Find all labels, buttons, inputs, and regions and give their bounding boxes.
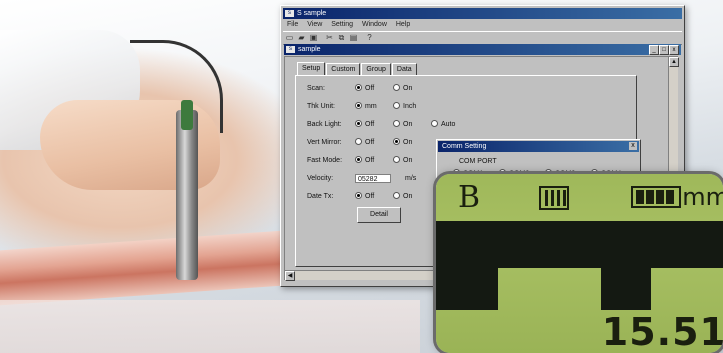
detail-button[interactable]: Detail <box>357 207 401 223</box>
back-light-on-radio[interactable]: On <box>393 119 412 131</box>
help-icon[interactable]: ? <box>365 33 374 42</box>
radio-icon <box>393 191 400 199</box>
scroll-up-icon[interactable]: ▲ <box>669 57 679 67</box>
lcd-mode-letter: B <box>458 180 481 215</box>
radio-icon <box>431 119 438 127</box>
radio-icon <box>393 137 400 145</box>
scroll-left-icon[interactable]: ◀ <box>285 271 295 281</box>
back-light-auto-label: Auto <box>441 121 456 128</box>
back-light-off-radio[interactable]: Off <box>355 119 374 131</box>
app-title: S sample <box>297 10 327 17</box>
coupling-indicator-icon <box>539 186 569 210</box>
thickness-probe <box>176 110 198 280</box>
app-titlebar[interactable]: s S sample <box>283 8 682 19</box>
radio-icon <box>355 155 362 163</box>
tab-strip: Setup Custom Group Data <box>297 62 418 75</box>
vert-mirror-on-radio[interactable]: On <box>393 137 412 149</box>
paste-icon[interactable]: ▤ <box>349 33 358 42</box>
dialog-titlebar[interactable]: Comm Setting x <box>438 141 639 152</box>
dialog-title: Comm Setting <box>442 143 487 150</box>
vert-mirror-on-label: On <box>403 139 413 146</box>
menu-help[interactable]: Help <box>396 21 410 28</box>
toolbar: ▭ ▰ ▣ ✂ ⧉ ▤? <box>283 31 682 45</box>
thk-mm-label: mm <box>365 103 377 110</box>
child-window-title: sample <box>298 46 321 53</box>
menu-bar: File View Setting Window Help <box>283 20 682 30</box>
tab-setup[interactable]: Setup <box>297 62 326 75</box>
scan-off-radio[interactable]: Off <box>355 83 374 95</box>
menu-file[interactable]: File <box>287 21 298 28</box>
scan-on-radio[interactable]: On <box>393 83 412 95</box>
scan-off-label: Off <box>365 85 375 92</box>
child-window-titlebar[interactable]: s sample _ □ x <box>284 44 681 55</box>
menu-window[interactable]: Window <box>362 21 387 28</box>
minimize-button[interactable]: _ <box>649 45 659 55</box>
radio-icon <box>355 137 362 145</box>
radio-icon <box>355 83 362 91</box>
probe-tip <box>181 100 193 130</box>
close-button[interactable]: x <box>669 45 679 55</box>
fast-mode-on-label: On <box>403 157 413 164</box>
open-icon[interactable]: ▰ <box>297 33 306 42</box>
lcd-reading: 15.51 <box>601 310 723 353</box>
date-tx-on-label: On <box>403 193 413 200</box>
lcd-scan-block-left <box>436 268 498 310</box>
lcd-scan-bar <box>436 221 723 268</box>
cut-icon[interactable]: ✂ <box>325 33 334 42</box>
maximize-button[interactable]: □ <box>659 45 669 55</box>
com-port-label: COM PORT <box>459 158 497 165</box>
fast-mode-on-radio[interactable]: On <box>393 155 412 167</box>
save-icon[interactable]: ▣ <box>309 33 318 42</box>
battery-icon <box>631 186 681 208</box>
radio-icon <box>393 101 400 109</box>
date-tx-off-label: Off <box>365 193 375 200</box>
lcd-scan-block-right <box>601 268 651 310</box>
copy-icon[interactable]: ⧉ <box>337 33 346 42</box>
tab-custom[interactable]: Custom <box>326 63 361 75</box>
thk-inch-radio[interactable]: Inch <box>393 101 416 113</box>
back-light-auto-radio[interactable]: Auto <box>431 119 455 131</box>
vert-mirror-off-label: Off <box>365 139 375 146</box>
date-tx-on-radio[interactable]: On <box>393 191 412 203</box>
menu-setting[interactable]: Setting <box>331 21 353 28</box>
radio-icon <box>393 155 400 163</box>
radio-icon <box>393 83 400 91</box>
radio-icon <box>355 119 362 127</box>
back-light-off-label: Off <box>365 121 375 128</box>
scan-on-label: On <box>403 85 413 92</box>
pipe-shadow <box>0 300 420 353</box>
radio-icon <box>393 119 400 127</box>
dialog-close-button[interactable]: x <box>629 142 637 150</box>
fast-mode-off-label: Off <box>365 157 375 164</box>
thk-mm-radio[interactable]: mm <box>355 101 377 113</box>
child-window-icon: s <box>286 46 295 53</box>
date-tx-off-radio[interactable]: Off <box>355 191 374 203</box>
new-icon[interactable]: ▭ <box>285 33 294 42</box>
lcd-display: B mm 15.51 <box>436 174 723 353</box>
velocity-input[interactable]: 05282 <box>355 174 391 183</box>
velocity-unit: m/s <box>405 175 417 182</box>
tab-group[interactable]: Group <box>361 63 391 75</box>
menu-view[interactable]: View <box>307 21 322 28</box>
radio-icon <box>355 191 362 199</box>
lcd-unit: mm <box>682 183 723 211</box>
app-icon: s <box>285 10 294 17</box>
back-light-on-label: On <box>403 121 413 128</box>
thk-inch-label: Inch <box>403 103 417 110</box>
vert-mirror-off-radio[interactable]: Off <box>355 137 374 149</box>
radio-icon <box>355 101 362 109</box>
tab-data[interactable]: Data <box>391 63 417 75</box>
fast-mode-off-radio[interactable]: Off <box>355 155 374 167</box>
